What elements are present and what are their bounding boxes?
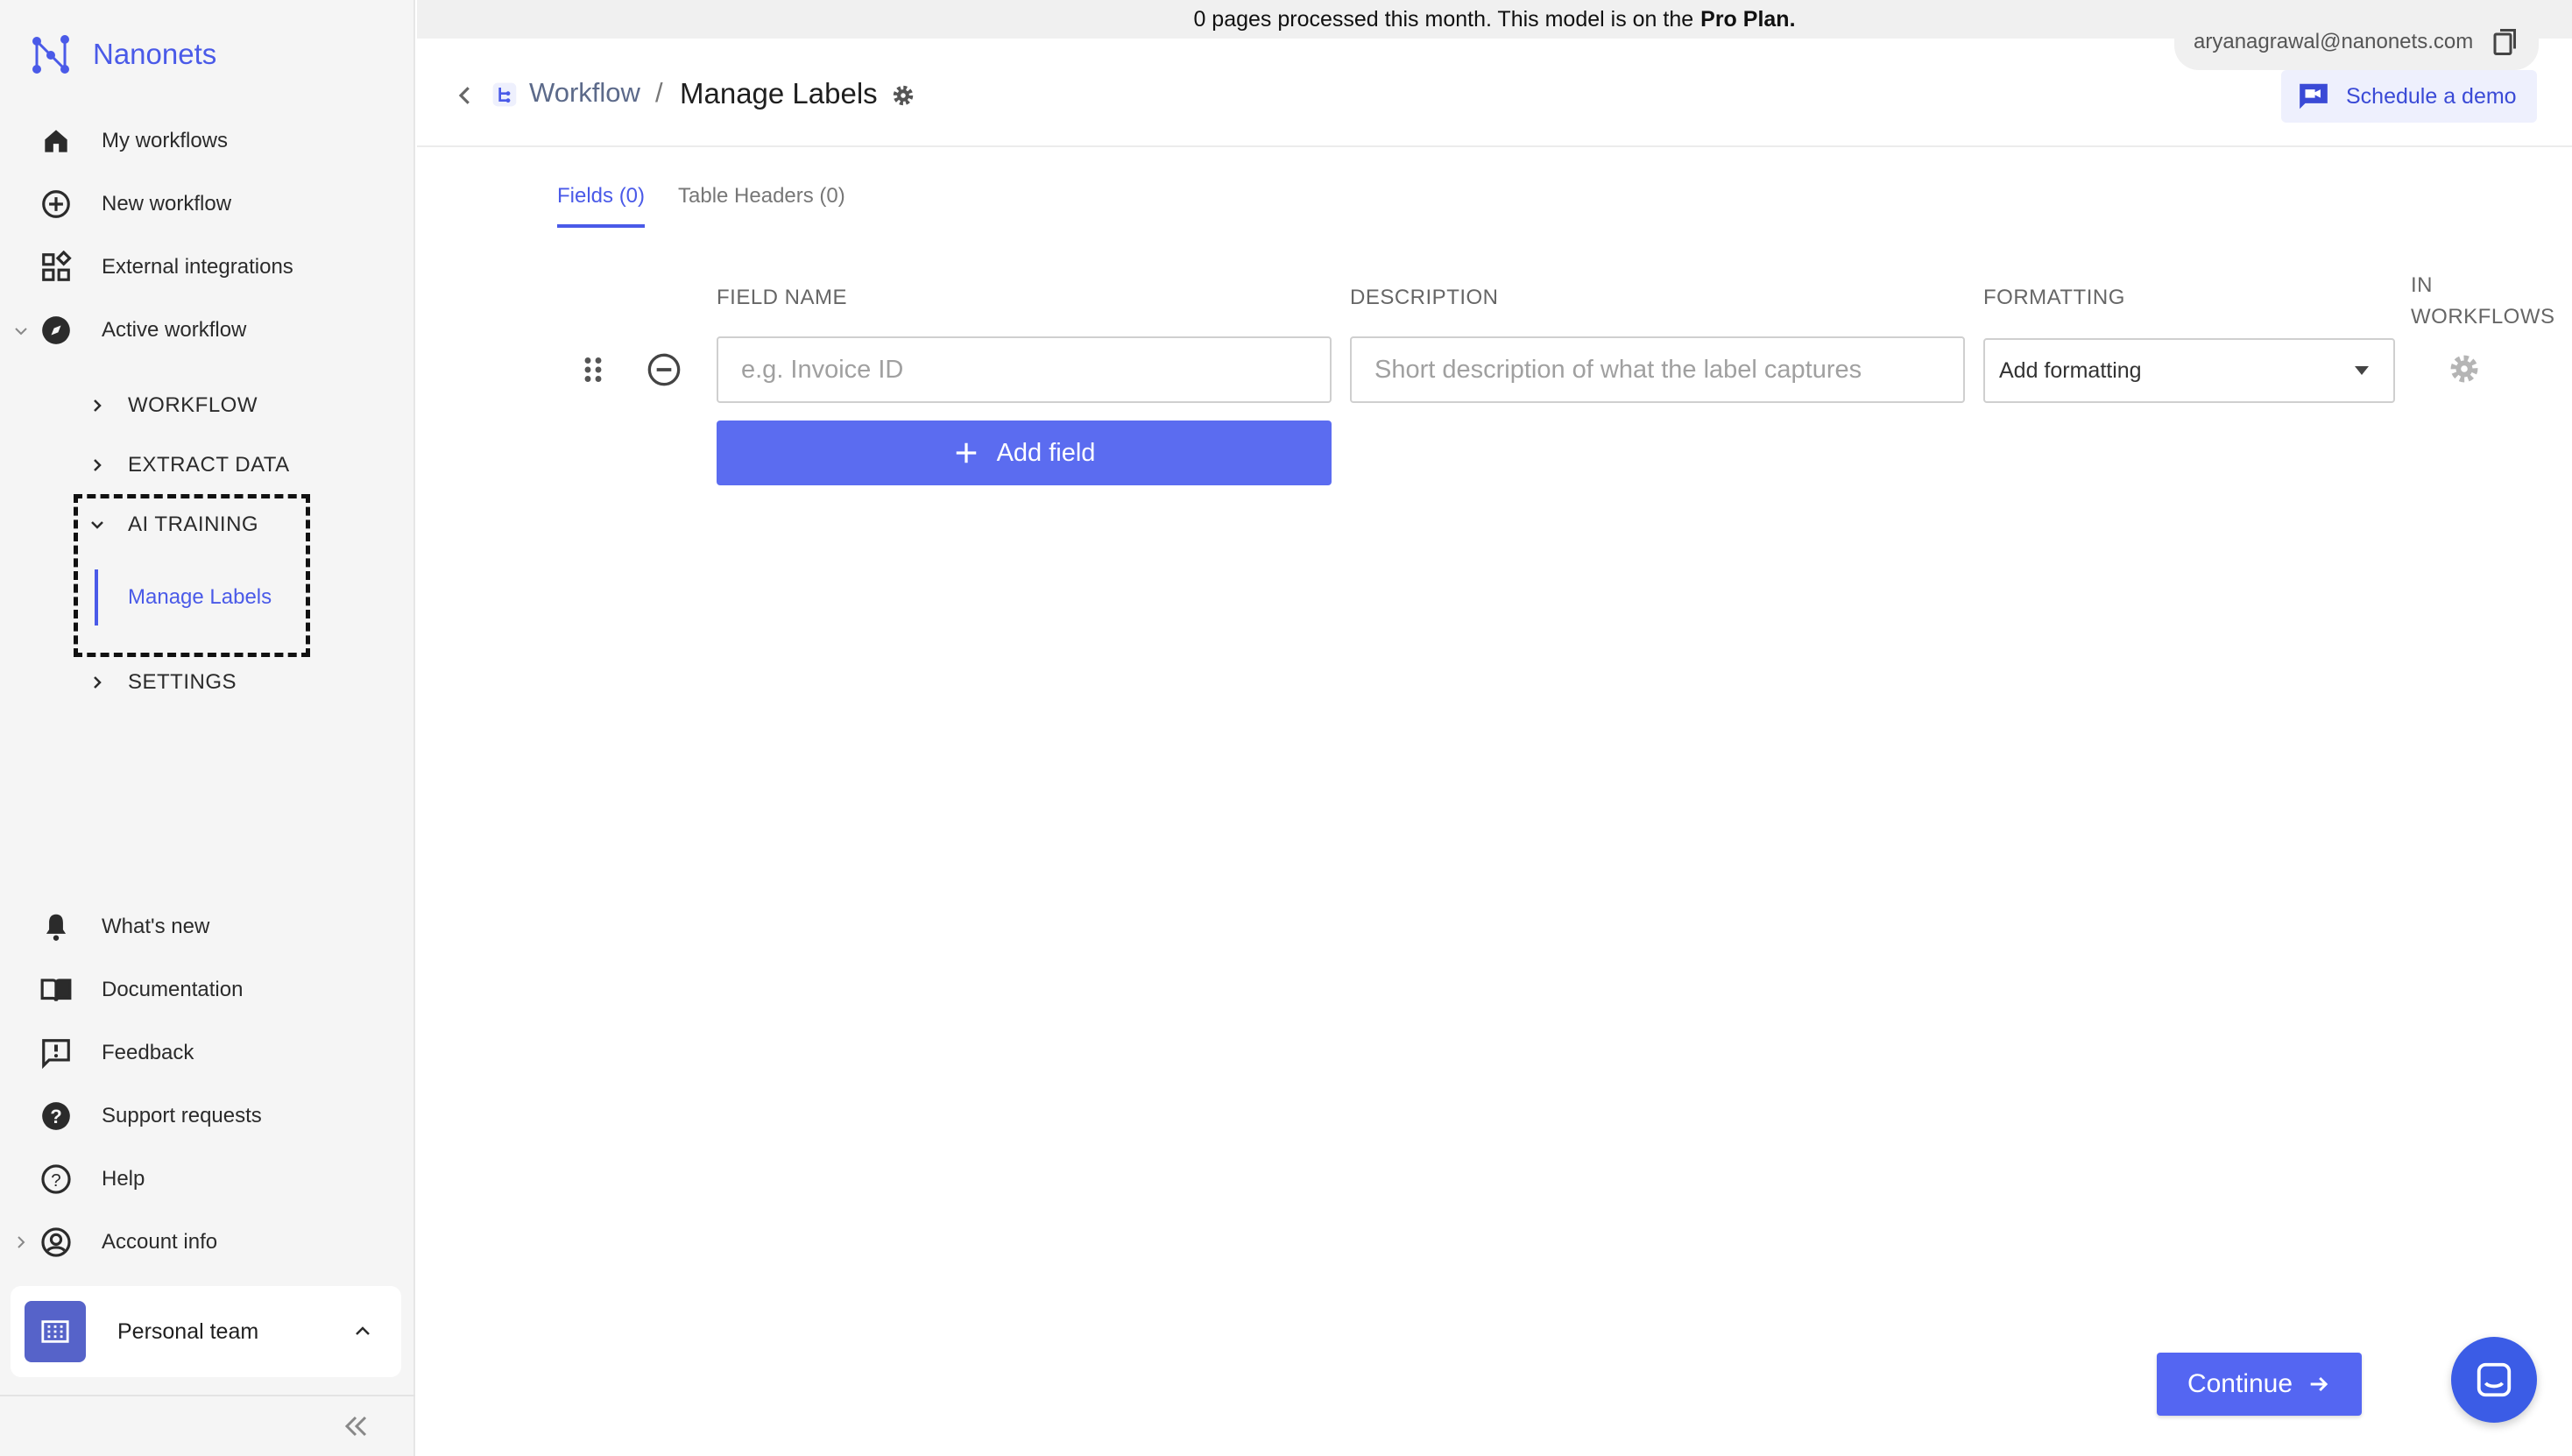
gear-icon[interactable] [890, 82, 916, 109]
column-header-description: DESCRIPTION [1350, 286, 1499, 309]
sidebar-item-label: Account info [102, 1230, 218, 1254]
book-icon [37, 971, 75, 1009]
sidebar-subitem-workflow[interactable]: WORKFLOW [84, 384, 258, 428]
collapse-sidebar-icon[interactable] [338, 1410, 373, 1442]
sidebar-item-label: External integrations [102, 255, 293, 279]
sidebar-subitem-label: SETTINGS [128, 670, 237, 694]
formatting-select[interactable]: Add formatting [1983, 338, 2395, 403]
sidebar-item-account-info[interactable]: Account info [37, 1218, 217, 1267]
column-header-in-workflows-line1: IN [2411, 273, 2433, 297]
account-icon [37, 1223, 75, 1262]
sidebar-link-manage-labels[interactable]: Manage Labels [95, 569, 272, 626]
page-title: Manage Labels [680, 77, 878, 110]
sidebar-item-help[interactable]: ? Help [37, 1155, 145, 1204]
sidebar: Nanonets My workflows New workflow Exter… [0, 0, 415, 1456]
column-header-in-workflows-line2: WORKFLOWS [2411, 305, 2555, 329]
chevron-right-icon [84, 669, 110, 696]
description-input[interactable] [1350, 336, 1965, 403]
chat-launcher-icon[interactable] [2451, 1337, 2537, 1423]
sidebar-item-support-requests[interactable]: ? Support requests [37, 1092, 262, 1141]
tab-fields[interactable]: Fields (0) [557, 184, 646, 228]
plus-circle-icon [37, 185, 75, 223]
continue-button[interactable]: Continue [2157, 1353, 2362, 1416]
back-chevron-icon[interactable] [452, 82, 478, 109]
sidebar-subitem-ai-training[interactable]: AI TRAINING [84, 503, 258, 547]
chevron-up-icon[interactable] [345, 1314, 380, 1349]
brand[interactable]: Nanonets [30, 30, 216, 79]
chevron-down-icon[interactable] [12, 322, 30, 340]
sidebar-item-label: What's new [102, 915, 210, 938]
svg-text:?: ? [51, 1170, 60, 1191]
sidebar-item-active-workflow[interactable]: Active workflow [37, 306, 246, 355]
continue-label: Continue [2187, 1369, 2293, 1398]
column-header-in-workflows: IN WORKFLOWS [2411, 270, 2555, 333]
breadcrumb-workflow[interactable]: Workflow [529, 77, 640, 109]
workflow-settings-gear-icon[interactable] [2448, 352, 2481, 385]
compass-icon [37, 311, 75, 350]
sidebar-subitem-settings[interactable]: SETTINGS [84, 661, 237, 704]
drag-handle-icon[interactable] [580, 354, 606, 385]
chevron-right-icon [84, 452, 110, 478]
field-name-input[interactable] [717, 336, 1332, 403]
sidebar-subitem-label: EXTRACT DATA [128, 453, 290, 477]
help-circle-icon: ? [37, 1097, 75, 1135]
sidebar-item-label: Support requests [102, 1104, 262, 1127]
chevron-right-icon [84, 392, 110, 419]
tab-table-headers[interactable]: Table Headers (0) [678, 184, 845, 228]
svg-text:?: ? [50, 1106, 62, 1127]
question-icon: ? [37, 1160, 75, 1198]
grid-integrations-icon [37, 248, 75, 286]
sidebar-item-my-workflows[interactable]: My workflows [37, 117, 228, 166]
sidebar-item-label: New workflow [102, 192, 232, 216]
remove-field-icon[interactable] [647, 352, 682, 387]
page-header: Workflow / Manage Labels Schedule a demo [417, 39, 2572, 147]
sidebar-item-documentation[interactable]: Documentation [37, 965, 243, 1014]
sidebar-subitem-label: WORKFLOW [128, 393, 258, 417]
schedule-demo-button[interactable]: Schedule a demo [2281, 70, 2537, 123]
banner-text: 0 pages processed this month. This model… [1193, 6, 1694, 32]
home-icon [37, 122, 75, 160]
sidebar-divider [0, 1395, 415, 1396]
feedback-icon [37, 1034, 75, 1072]
arrow-right-icon [2310, 1376, 2328, 1392]
dropdown-arrow-icon [2355, 366, 2369, 375]
breadcrumb-separator: / [655, 77, 663, 108]
sidebar-item-whats-new[interactable]: What's new [37, 902, 209, 951]
plus-icon [956, 442, 976, 463]
sidebar-item-label: Feedback [102, 1041, 194, 1064]
chevron-down-icon [84, 512, 110, 538]
add-field-button[interactable]: Add field [717, 421, 1332, 485]
schedule-demo-label: Schedule a demo [2346, 83, 2517, 109]
sidebar-subitem-label: AI TRAINING [128, 512, 259, 536]
sidebar-item-new-workflow[interactable]: New workflow [37, 180, 231, 229]
video-chat-icon [2300, 83, 2328, 110]
sidebar-item-label: Active workflow [102, 318, 247, 342]
banner-plan: Pro Plan. [1700, 6, 1796, 32]
workflow-branch-icon [492, 82, 517, 107]
add-field-label: Add field [996, 438, 1096, 467]
sidebar-item-external-integrations[interactable]: External integrations [37, 243, 293, 292]
nanonets-logo-icon [32, 35, 69, 74]
bell-icon [37, 908, 75, 946]
column-header-field-name: FIELD NAME [717, 286, 848, 309]
sidebar-item-feedback[interactable]: Feedback [37, 1028, 194, 1078]
formatting-select-value: Add formatting [1999, 357, 2142, 383]
chevron-right-icon[interactable] [12, 1233, 30, 1251]
sidebar-item-label: Documentation [102, 978, 244, 1001]
sidebar-subitem-extract-data[interactable]: EXTRACT DATA [84, 443, 290, 487]
team-switcher[interactable]: Personal team [11, 1286, 401, 1377]
sidebar-item-label: My workflows [102, 129, 229, 152]
team-name: Personal team [117, 1318, 259, 1344]
sidebar-item-label: Help [102, 1167, 145, 1191]
column-header-formatting: FORMATTING [1983, 286, 2125, 309]
team-building-icon [25, 1301, 86, 1362]
brand-name: Nanonets [93, 38, 217, 70]
